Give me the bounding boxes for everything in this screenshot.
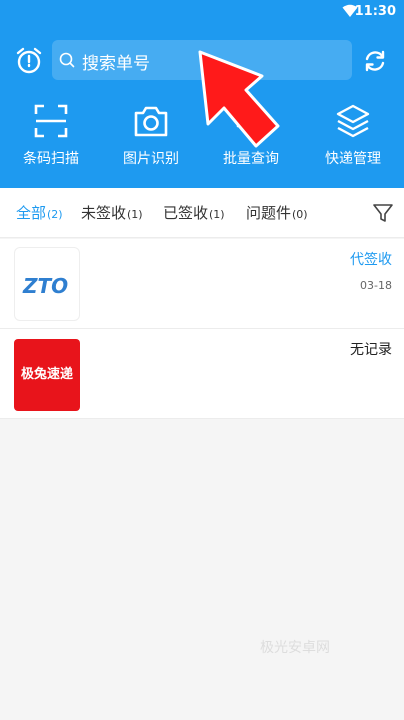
- zto-logo: ZTO: [22, 274, 68, 296]
- filter-tabs: 全部(2) 未签收(1) 已签收(1) 问题件(0): [0, 188, 404, 238]
- status-time: 11:30: [354, 4, 396, 19]
- tool-barcode-scan[interactable]: 条码扫描: [6, 102, 96, 172]
- courier-logo-jitu: 极兔速递: [14, 339, 80, 411]
- layers-icon: [336, 104, 370, 138]
- svg-text:ZTO: ZTO: [22, 274, 68, 296]
- tab-label: 问题件: [246, 204, 292, 222]
- scan-frame-icon: [34, 104, 68, 138]
- list-item[interactable]: 极兔速递 无记录: [0, 329, 404, 419]
- search-icon: [59, 52, 75, 68]
- tab-unsigned[interactable]: 未签收(1): [81, 202, 143, 223]
- watermark: 极光安卓网: [260, 640, 330, 656]
- alarm-clock-icon[interactable]: [14, 46, 44, 76]
- tab-label: 已签收: [163, 204, 209, 222]
- filter-icon[interactable]: [372, 202, 394, 224]
- tab-label: 全部: [16, 204, 47, 222]
- tab-count: (1): [209, 208, 225, 221]
- tool-image-recognition[interactable]: 图片识别: [106, 102, 196, 172]
- tool-label: 快递管理: [325, 151, 381, 167]
- delivery-date: 03-18: [360, 279, 392, 292]
- status-bar: 11:30: [0, 0, 404, 24]
- delivery-status: 无记录: [350, 342, 392, 358]
- tab-count: (2): [47, 208, 63, 221]
- tool-express-manage[interactable]: 快递管理: [308, 102, 398, 172]
- annotation-arrow-icon: [198, 50, 280, 148]
- courier-logo-zto: ZTO: [14, 247, 80, 321]
- package-list: ZTO 代签收 03-18 极兔速递 无记录: [0, 239, 404, 419]
- tab-all[interactable]: 全部(2): [16, 202, 63, 223]
- tab-count: (0): [292, 208, 308, 221]
- tool-label: 条码扫描: [23, 151, 79, 167]
- search-placeholder: 搜索单号: [82, 54, 150, 74]
- delivery-status: 代签收: [350, 252, 392, 268]
- tab-label: 未签收: [81, 204, 127, 222]
- refresh-icon[interactable]: [362, 48, 388, 74]
- tool-label: 图片识别: [123, 151, 179, 167]
- camera-icon: [134, 106, 168, 137]
- list-item[interactable]: ZTO 代签收 03-18: [0, 239, 404, 329]
- tool-label: 批量查询: [223, 151, 279, 167]
- tab-count: (1): [127, 208, 143, 221]
- tab-problem[interactable]: 问题件(0): [246, 202, 308, 223]
- tab-signed[interactable]: 已签收(1): [163, 202, 225, 223]
